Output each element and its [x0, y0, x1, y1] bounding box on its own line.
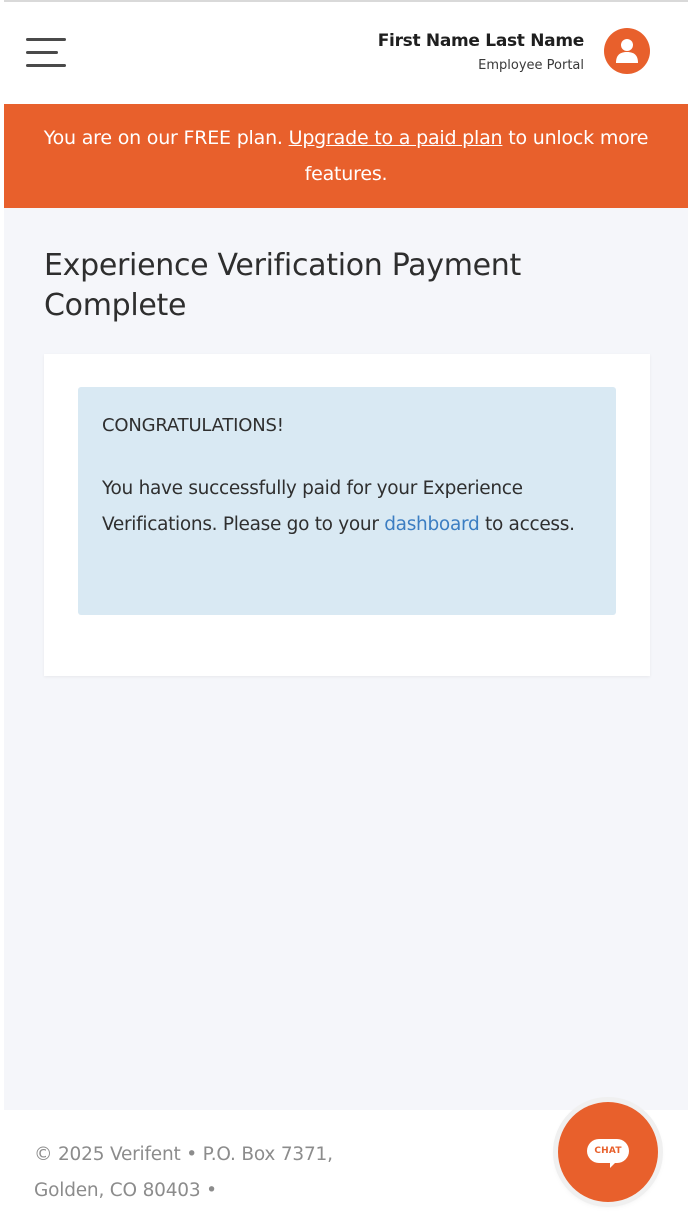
upgrade-plan-link[interactable]: Upgrade to a paid plan	[289, 127, 503, 149]
user-info[interactable]: First Name Last Name Employee Portal	[377, 28, 585, 76]
app-header: First Name Last Name Employee Portal	[4, 2, 688, 104]
user-silhouette-icon	[616, 39, 638, 63]
alert-text-after: to access.	[479, 514, 575, 535]
footer-copyright: © 2025 Verifent • P.O. Box 7371, Golden,…	[34, 1144, 333, 1201]
banner-text-before: You are on our FREE plan.	[43, 127, 289, 149]
alert-heading: CONGRATULATIONS!	[102, 415, 284, 436]
alert-body: You have successfully paid for your Expe…	[102, 471, 592, 543]
chat-bubble-tail	[610, 1160, 618, 1168]
user-name: First Name Last Name	[377, 31, 585, 51]
success-alert: CONGRATULATIONS! You have successfully p…	[78, 387, 616, 615]
hamburger-menu-icon[interactable]	[26, 36, 66, 70]
chat-label: CHAT	[594, 1146, 622, 1156]
content-card: CONGRATULATIONS! You have successfully p…	[44, 354, 650, 676]
chat-button[interactable]: CHAT	[558, 1102, 658, 1202]
dashboard-link[interactable]: dashboard	[384, 514, 479, 535]
page-title: Experience Verification Payment Complete	[44, 248, 521, 323]
user-avatar-icon[interactable]	[604, 28, 650, 74]
free-plan-banner: You are on our FREE plan. Upgrade to a p…	[4, 104, 688, 208]
chat-bubble-icon: CHAT	[587, 1139, 629, 1163]
page-frame: First Name Last Name Employee Portal You…	[4, 0, 688, 1212]
portal-label: Employee Portal	[478, 58, 584, 73]
